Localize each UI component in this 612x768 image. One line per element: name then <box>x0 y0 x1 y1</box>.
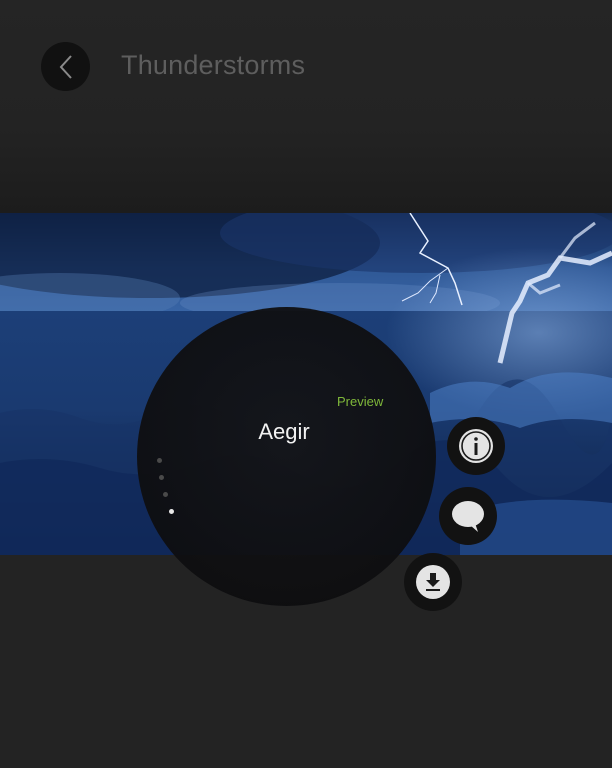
pager-dot-active[interactable] <box>169 509 174 514</box>
back-button[interactable] <box>41 42 90 91</box>
comment-button[interactable] <box>439 487 497 545</box>
info-button[interactable] <box>447 417 505 475</box>
download-button[interactable] <box>404 553 462 611</box>
download-icon <box>416 565 450 599</box>
page-title: Thunderstorms <box>121 50 306 80</box>
theme-name: Aegir <box>258 419 310 444</box>
header-background <box>0 0 612 214</box>
theme-info-disc[interactable]: Preview Aegir <box>137 307 436 606</box>
pager-dot[interactable] <box>159 475 164 480</box>
pager-dot[interactable] <box>163 492 168 497</box>
info-icon <box>459 429 493 463</box>
comment-icon <box>451 499 485 533</box>
pager-dot[interactable] <box>157 458 162 463</box>
chevron-left-icon <box>56 53 76 81</box>
preview-link[interactable]: Preview <box>337 394 383 409</box>
theme-detail-page: Thunderstorms Preview Aegir <box>0 0 612 768</box>
